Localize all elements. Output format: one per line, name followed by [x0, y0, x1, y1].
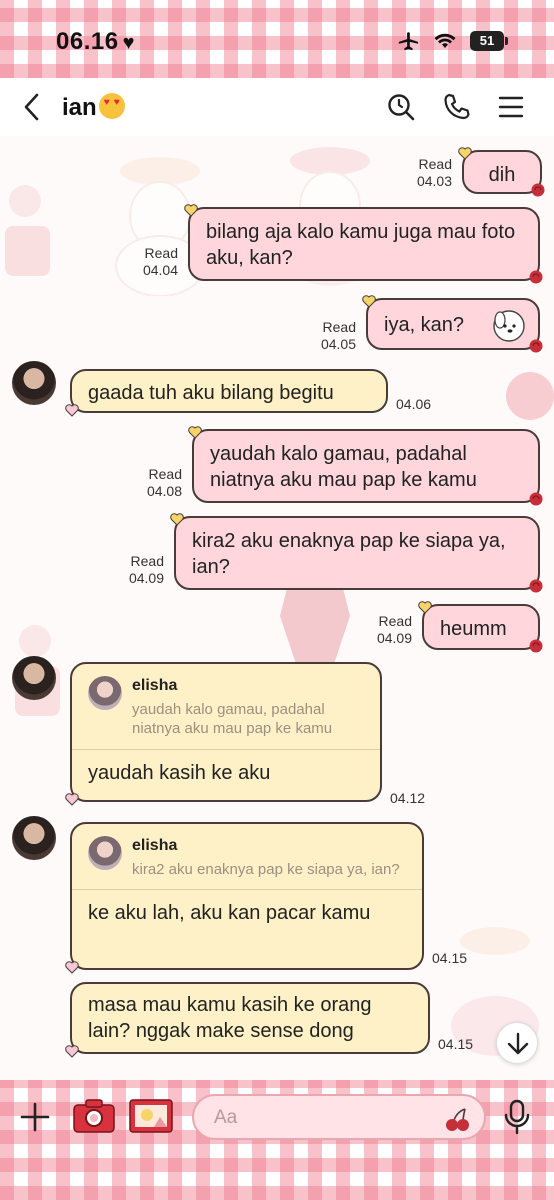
wifi-icon	[434, 33, 456, 48]
message-time: 04.06	[396, 396, 432, 412]
incoming-message-bubble[interactable]: gaada tuh aku bilang begitu	[65, 369, 388, 417]
outgoing-message-bubble[interactable]: bilang aja kalo kamu juga mau foto aku, …	[184, 204, 543, 284]
heart-icon	[184, 204, 198, 217]
avatar[interactable]	[12, 361, 56, 405]
avatar[interactable]	[12, 816, 56, 860]
message-meta: Read 04.09	[376, 613, 412, 646]
message-meta: Read 04.04	[142, 245, 178, 278]
incoming-message-bubble[interactable]: masa mau kamu kasih ke orang lain? nggak…	[65, 982, 430, 1058]
heart-icon	[170, 513, 184, 526]
heart-icon	[188, 426, 202, 439]
quoted-message[interactable]: elisha yaudah kalo gamau, padahal niatny…	[72, 664, 380, 750]
message-time: 04.15	[438, 1036, 474, 1052]
camera-icon[interactable]	[72, 1098, 116, 1134]
reply-author: elisha	[132, 837, 178, 854]
contact-name[interactable]: ian	[62, 93, 125, 122]
heart-icon	[65, 404, 79, 417]
reply-avatar	[88, 676, 122, 710]
heart-eyes-cat-icon	[98, 93, 125, 119]
airplane-icon	[398, 32, 419, 51]
chevron-left-icon[interactable]	[18, 92, 48, 122]
outgoing-message-bubble[interactable]: kira2 aku enaknya pap ke siapa ya, ian?	[170, 513, 543, 593]
heart-icon	[65, 961, 79, 974]
reply-text: yaudah kalo gamau, padahal niatnya aku m…	[132, 700, 333, 738]
arrow-down-icon	[507, 1032, 529, 1055]
message-text: ke aku lah, aku kan pacar kamu	[88, 902, 371, 925]
incoming-reply-bubble[interactable]: elisha kira2 aku enaknya pap ke siapa ya…	[65, 822, 424, 974]
rose-icon	[529, 339, 543, 353]
rose-icon	[531, 183, 545, 197]
outgoing-message-bubble[interactable]: heumm	[418, 601, 543, 653]
puppy-sticker-icon	[493, 310, 525, 342]
phone-icon[interactable]	[442, 92, 472, 122]
outgoing-message-bubble[interactable]: yaudah kalo gamau, padahal niatnya aku m…	[188, 426, 543, 506]
message-meta: Read 04.08	[146, 466, 182, 499]
reply-text: kira2 aku enaknya pap ke siapa ya, ian?	[132, 860, 400, 878]
incoming-reply-bubble[interactable]: elisha yaudah kalo gamau, padahal niatny…	[65, 662, 382, 806]
cherry-icon[interactable]	[444, 1105, 472, 1133]
outgoing-message-bubble[interactable]: iya, kan?	[362, 295, 543, 353]
reply-author: elisha	[132, 677, 178, 694]
message-meta: Read 04.03	[416, 156, 452, 189]
scroll-down-button[interactable]	[496, 1022, 538, 1064]
hamburger-menu-icon[interactable]	[496, 92, 526, 122]
rose-icon	[529, 639, 543, 653]
status-bar: 06.16 ♥ 51	[0, 0, 554, 78]
message-text: yaudah kasih ke aku	[88, 761, 271, 784]
rose-icon	[529, 492, 543, 506]
heart-icon: ♥	[122, 32, 135, 54]
message-meta: Read 04.09	[128, 553, 164, 586]
message-time: 04.15	[432, 950, 468, 966]
reply-avatar	[88, 836, 122, 870]
message-meta: Read 04.05	[320, 319, 356, 352]
quoted-message[interactable]: elisha kira2 aku enaknya pap ke siapa ya…	[72, 824, 422, 891]
battery-indicator: 51	[470, 31, 508, 51]
wallpaper-flowers-icon	[5, 185, 50, 276]
heart-icon	[65, 1045, 79, 1058]
outgoing-message-bubble[interactable]: dih	[458, 147, 545, 197]
heart-icon	[418, 601, 432, 614]
chat-header: ian	[0, 78, 554, 136]
heart-icon	[65, 793, 79, 806]
input-placeholder: Aa	[214, 1107, 238, 1128]
photo-icon[interactable]	[128, 1098, 174, 1134]
search-icon[interactable]	[386, 92, 416, 122]
avatar[interactable]	[12, 656, 56, 700]
rose-icon	[529, 270, 543, 284]
message-input[interactable]: Aa	[192, 1094, 486, 1140]
message-time: 04.12	[390, 790, 426, 806]
status-time: 06.16 ♥	[56, 28, 135, 55]
plus-icon[interactable]	[18, 1100, 52, 1134]
rose-icon	[529, 579, 543, 593]
heart-icon	[458, 147, 472, 160]
heart-icon	[362, 295, 376, 308]
microphone-icon[interactable]	[502, 1098, 532, 1136]
